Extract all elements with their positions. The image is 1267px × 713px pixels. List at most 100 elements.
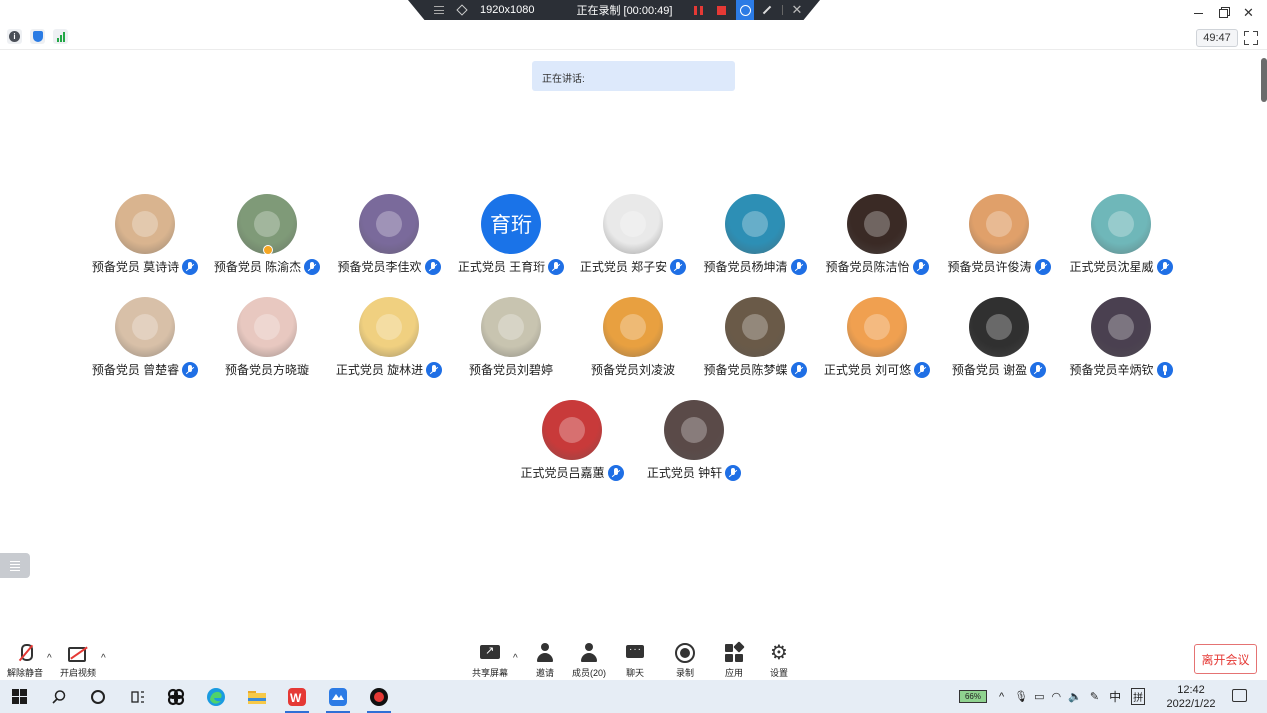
participant-tile[interactable]: 正式党员 刘可悠: [816, 297, 938, 387]
participant-tile[interactable]: 预备党员刘碧婷: [450, 297, 572, 387]
record-label: 录制: [675, 668, 694, 678]
participant-name-row: 预备党员李佳欢: [328, 258, 450, 275]
scrollbar[interactable]: [1261, 58, 1267, 102]
participant-tile[interactable]: 正式党员 钟轩: [633, 400, 755, 490]
participant-tile[interactable]: 预备党员 莫诗诗: [84, 194, 206, 284]
participant-tile[interactable]: 预备党员李佳欢: [328, 194, 450, 284]
share-screen-label: 共享屏幕: [472, 668, 509, 678]
participant-name: 正式党员沈星威: [1069, 260, 1154, 274]
participant-name: 预备党员刘凌波: [590, 363, 675, 377]
speaker-icon[interactable]: 🔈: [1068, 690, 1082, 703]
participant-tile[interactable]: 预备党员 曾楚睿: [84, 297, 206, 387]
participant-name: 预备党员 陈渝杰: [213, 260, 302, 274]
share-screen-button[interactable]: 共享屏幕: [472, 642, 508, 679]
avatar-face: [254, 314, 280, 340]
close-icon[interactable]: ✕: [791, 2, 802, 18]
signal-icon: [56, 31, 65, 42]
meeting-app-icon: [329, 687, 347, 706]
menu-icon[interactable]: [434, 6, 444, 14]
participant-tile[interactable]: 预备党员刘凌波: [572, 297, 694, 387]
battery-indicator[interactable]: 66%: [959, 690, 987, 703]
app-ring-button[interactable]: [157, 680, 195, 713]
meeting-app-button[interactable]: [319, 680, 357, 713]
participant-tile[interactable]: 预备党员辛炳钦: [1060, 297, 1182, 387]
mic-muted-icon: [548, 258, 565, 275]
members-label: 成员(20): [572, 668, 607, 678]
participant-tile[interactable]: 正式党员吕嘉蕙: [511, 400, 633, 490]
pen-tray-icon[interactable]: ✎: [1090, 690, 1099, 703]
stop-icon[interactable]: [717, 5, 727, 15]
clock-date: 2022/1/22: [1166, 698, 1216, 710]
ime-language[interactable]: 中: [1109, 688, 1121, 705]
pen-icon[interactable]: [763, 5, 772, 15]
participant-name-row: 正式党员沈星威: [1060, 258, 1182, 275]
notification-icon[interactable]: [1232, 689, 1247, 702]
participant-tile[interactable]: 预备党员 陈渝杰: [206, 194, 328, 284]
camera-capture-icon[interactable]: [736, 0, 755, 20]
participant-tile[interactable]: 正式党员沈星威: [1060, 194, 1182, 284]
task-view-button[interactable]: [119, 680, 157, 713]
recording-status: 正在录制 [00:00:49]: [576, 5, 673, 17]
info-button[interactable]: i: [7, 29, 22, 44]
start-video-button[interactable]: 开启视频: [60, 642, 96, 679]
participant-tile[interactable]: 预备党员陈梦蝶: [694, 297, 816, 387]
participant-tile[interactable]: 预备党员方晓璇: [206, 297, 328, 387]
apps-button[interactable]: 应用: [723, 641, 745, 679]
participant-tile[interactable]: 正式党员 旋林进: [328, 297, 450, 387]
edge-browser-button[interactable]: [197, 680, 235, 713]
leave-meeting-button[interactable]: 离开会议: [1194, 644, 1257, 674]
chat-button[interactable]: 聊天: [624, 642, 646, 679]
recorder-button[interactable]: [360, 680, 398, 713]
security-button[interactable]: [30, 29, 45, 44]
window-controls: ✕: [1186, 3, 1261, 23]
participant-name-row: 预备党员陈梦蝶: [694, 361, 816, 378]
pin-icon[interactable]: [456, 4, 468, 16]
participant-tile[interactable]: 预备党员杨坤清: [694, 194, 816, 284]
share-options-chevron-icon[interactable]: ^: [513, 653, 518, 664]
unmute-button[interactable]: 解除静音: [7, 642, 43, 679]
speaking-indicator: 正在讲话:: [532, 61, 735, 91]
participant-tile[interactable]: 预备党员陈洁怡: [816, 194, 938, 284]
minimize-icon[interactable]: [1186, 3, 1211, 23]
video-options-chevron-icon[interactable]: ^: [101, 653, 106, 664]
participant-tile[interactable]: 预备党员许俊涛: [938, 194, 1060, 284]
fullscreen-icon[interactable]: [1244, 31, 1258, 45]
clock[interactable]: 12:42 2022/1/22: [1163, 683, 1219, 711]
settings-button[interactable]: ⚙ 设置: [768, 642, 790, 679]
power-icon[interactable]: ▭: [1034, 690, 1044, 703]
participant-name: 正式党员吕嘉蕙: [520, 466, 605, 480]
avatar-ghost-icon: [969, 297, 1029, 357]
audio-options-chevron-icon[interactable]: ^: [47, 653, 52, 664]
avatar-face: [864, 211, 890, 237]
participant-tile[interactable]: 正式党员 郑子安: [572, 194, 694, 284]
participant-name-row: 正式党员吕嘉蕙: [511, 464, 633, 481]
avatar-tiger-icon: [847, 297, 907, 357]
avatar-bear-icon: [115, 194, 175, 254]
search-button[interactable]: [40, 680, 78, 713]
start-button[interactable]: [0, 680, 38, 713]
chevron-up-icon[interactable]: ^: [999, 691, 1004, 703]
ime-mode[interactable]: 拼: [1131, 688, 1146, 705]
pause-icon[interactable]: [694, 5, 704, 15]
wifi-icon[interactable]: ◠: [1052, 690, 1062, 703]
avatar-face: [559, 417, 585, 443]
participant-tile[interactable]: 育珩 正式党员 王育珩: [450, 194, 572, 284]
cortana-button[interactable]: [79, 680, 117, 713]
network-button[interactable]: [53, 29, 68, 44]
avatar-photo-icon: [237, 297, 297, 357]
file-explorer-button[interactable]: [238, 680, 276, 713]
wps-button[interactable]: W: [278, 680, 316, 713]
restore-icon[interactable]: [1211, 3, 1236, 23]
members-button[interactable]: 成员(20): [572, 642, 606, 679]
avatar-face: [132, 211, 158, 237]
invite-button[interactable]: 邀请: [534, 642, 556, 679]
list-toggle-icon[interactable]: [0, 553, 30, 578]
record-button[interactable]: 录制: [674, 642, 696, 679]
participant-tile[interactable]: 预备党员 谢盈: [938, 297, 1060, 387]
close-window-icon[interactable]: ✕: [1236, 3, 1261, 23]
microphone-icon[interactable]: 🎙: [1014, 690, 1028, 703]
mic-muted-icon: [424, 258, 441, 275]
recording-resolution[interactable]: 1920x1080: [480, 4, 534, 16]
mic-off-icon: [14, 642, 36, 664]
participant-name-row: 正式党员 刘可悠: [816, 361, 938, 378]
